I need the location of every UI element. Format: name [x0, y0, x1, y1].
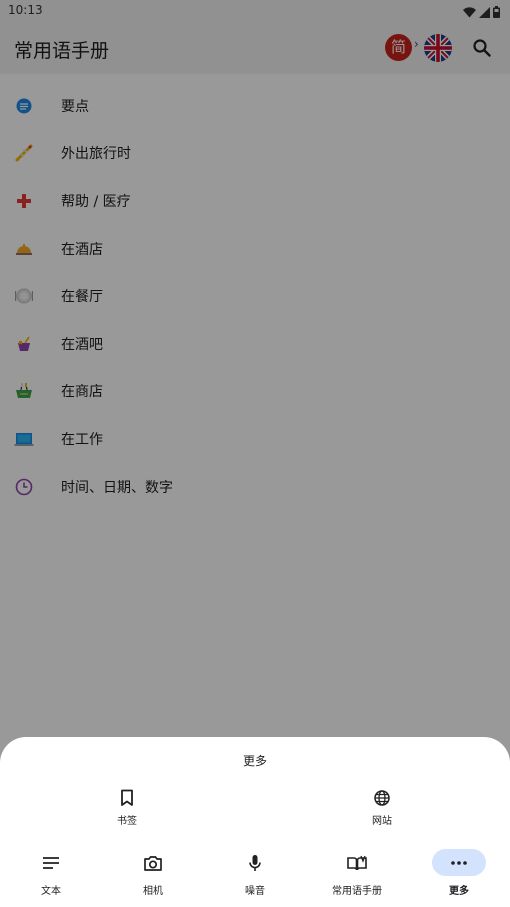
nav-item-phrasebook[interactable]: 常用语手册: [306, 849, 408, 897]
nav-item-text[interactable]: 文本: [0, 849, 102, 897]
camera-icon: [126, 849, 180, 876]
website-option[interactable]: 网站: [342, 789, 422, 827]
bookmarks-option-label: 书签: [117, 816, 137, 827]
website-option-label: 网站: [372, 816, 392, 827]
nav-item-voice[interactable]: 噪音: [204, 849, 306, 897]
more-dots-icon: [432, 849, 486, 876]
bookmark-icon: [87, 789, 167, 807]
globe-icon: [342, 789, 422, 807]
nav-item-label: 相机: [143, 886, 163, 897]
bottom-navigation: 文本 相机 噪音 常用语手册 更多: [0, 849, 510, 907]
nav-item-label: 噪音: [245, 886, 265, 897]
nav-item-camera[interactable]: 相机: [102, 849, 204, 897]
microphone-icon: [228, 849, 282, 876]
nav-item-more[interactable]: 更多: [408, 849, 510, 897]
text-lines-icon: [24, 849, 78, 876]
nav-item-label: 文本: [41, 886, 61, 897]
nav-item-label: 更多: [449, 886, 469, 897]
nav-item-label: 常用语手册: [332, 886, 382, 897]
bookmarks-option[interactable]: 书签: [87, 789, 167, 827]
phrasebook-icon: [330, 849, 384, 876]
sheet-title: 更多: [242, 754, 267, 768]
